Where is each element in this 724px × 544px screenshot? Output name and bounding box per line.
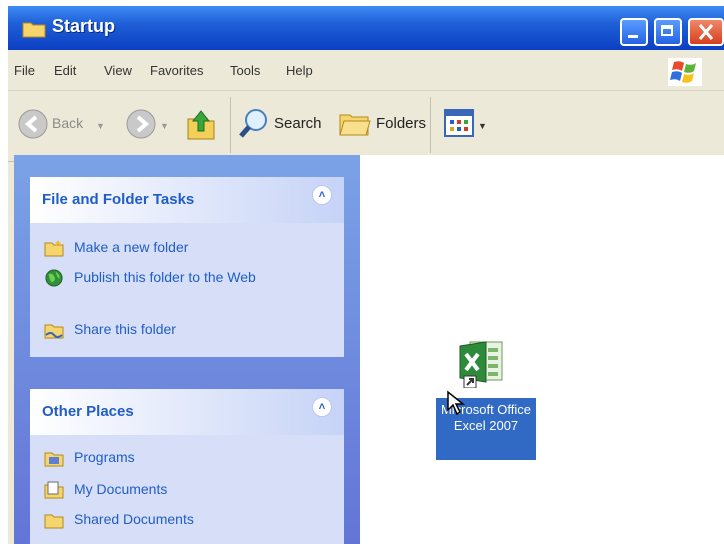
maximize-button[interactable] bbox=[654, 18, 682, 46]
back-arrow-icon[interactable] bbox=[18, 109, 48, 139]
menu-favorites[interactable]: Favorites bbox=[150, 63, 203, 78]
title-bar[interactable]: Startup bbox=[8, 6, 724, 50]
file-folder-tasks-panel: File and Folder Tasks ˄ Make a new folde… bbox=[30, 177, 344, 357]
panel-title: File and Folder Tasks bbox=[42, 191, 195, 208]
place-label: Shared Documents bbox=[74, 511, 194, 527]
explorer-window: Startup File Edit View Favorites Tools H… bbox=[8, 6, 724, 544]
views-dropdown-icon[interactable]: ▼ bbox=[478, 121, 487, 131]
file-list-area[interactable] bbox=[360, 155, 724, 544]
up-folder-icon[interactable] bbox=[186, 107, 216, 141]
folders-icon[interactable] bbox=[338, 107, 372, 139]
close-icon bbox=[698, 24, 714, 40]
panel-header[interactable]: File and Folder Tasks ˄ bbox=[30, 177, 344, 223]
task-label: Publish this folder to the Web bbox=[74, 269, 256, 285]
task-label: Share this folder bbox=[74, 321, 176, 337]
window-title: Startup bbox=[52, 16, 115, 36]
globe-icon bbox=[45, 269, 63, 287]
toolbar-separator bbox=[430, 97, 431, 153]
panel-header[interactable]: Other Places ˄ bbox=[30, 389, 344, 435]
task-label: Make a new folder bbox=[74, 239, 189, 255]
forward-dropdown-icon[interactable]: ▼ bbox=[160, 121, 169, 131]
shared-documents-icon bbox=[44, 514, 64, 529]
forward-arrow-icon[interactable] bbox=[126, 109, 156, 139]
folder-icon bbox=[22, 22, 46, 38]
folders-button[interactable]: Folders bbox=[376, 115, 426, 132]
windows-flag-icon bbox=[670, 61, 696, 83]
toolbar: Back ▼ ▼ Search Folders ▼ bbox=[8, 91, 724, 162]
task-pane: File and Folder Tasks ˄ Make a new folde… bbox=[14, 155, 366, 544]
programs-folder-icon bbox=[44, 452, 64, 467]
views-icon[interactable] bbox=[444, 109, 474, 137]
share-folder-icon bbox=[44, 324, 64, 339]
search-icon[interactable] bbox=[238, 107, 270, 139]
collapse-icon[interactable]: ˄ bbox=[312, 397, 332, 417]
minimize-button[interactable] bbox=[620, 18, 648, 46]
menu-tools[interactable]: Tools bbox=[230, 63, 260, 78]
menu-help[interactable]: Help bbox=[286, 63, 313, 78]
panel-title: Other Places bbox=[42, 403, 134, 420]
new-folder-icon bbox=[44, 240, 64, 257]
back-button[interactable]: Back bbox=[52, 115, 83, 131]
menu-edit[interactable]: Edit bbox=[54, 63, 76, 78]
menu-bar: File Edit View Favorites Tools Help bbox=[8, 50, 724, 91]
close-button[interactable] bbox=[688, 18, 724, 46]
collapse-icon[interactable]: ˄ bbox=[312, 185, 332, 205]
windows-logo bbox=[668, 58, 702, 86]
my-documents-icon bbox=[44, 481, 64, 499]
search-button[interactable]: Search bbox=[274, 115, 322, 132]
toolbar-separator bbox=[230, 97, 231, 153]
back-dropdown-icon[interactable]: ▼ bbox=[96, 121, 105, 131]
menu-view[interactable]: View bbox=[104, 63, 132, 78]
menu-file[interactable]: File bbox=[14, 63, 35, 78]
place-label: Programs bbox=[74, 449, 135, 465]
mouse-cursor-icon bbox=[447, 390, 466, 416]
place-label: My Documents bbox=[74, 481, 168, 497]
excel-shortcut-icon[interactable] bbox=[456, 338, 508, 388]
other-places-panel: Other Places ˄ Programs My Documents Sha… bbox=[30, 389, 344, 544]
